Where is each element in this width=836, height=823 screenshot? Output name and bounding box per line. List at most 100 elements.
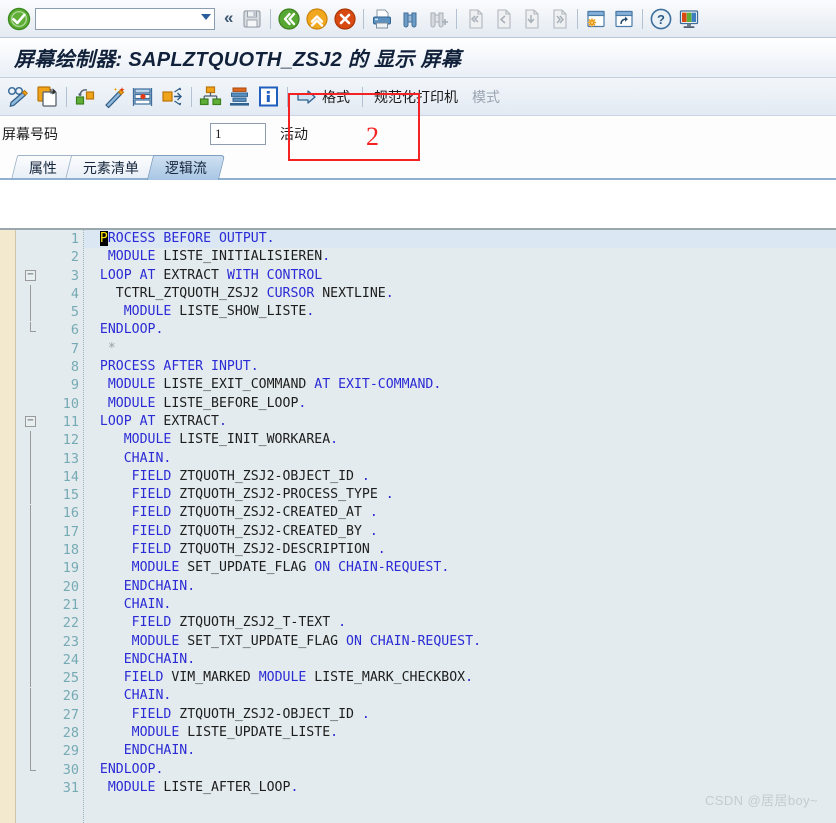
code-token: AT EXIT-COMMAND [314,377,434,393]
code-line[interactable]: FIELD ZTQUOTH_ZSJ2-OBJECT_ID . [84,468,836,486]
table-control-icon[interactable] [130,83,157,110]
customize-local-layout-icon[interactable] [676,6,702,32]
last-page-icon[interactable] [546,6,572,32]
line-number: 6 [70,322,79,339]
page-title-prefix: 屏幕绘制器: [14,49,129,71]
code-token: ENDLOOP [99,322,156,338]
green-check-icon[interactable] [6,6,32,32]
glasses-pencil-icon[interactable] [5,83,32,110]
code-token: ENDCHAIN [123,578,188,594]
code-line[interactable]: ENDCHAIN. [84,651,836,669]
code-line[interactable]: CHAIN. [84,450,836,468]
tab-element-list[interactable]: 元素清单 [64,155,158,180]
info-blue-icon[interactable] [255,83,282,110]
code-line[interactable]: FIELD ZTQUOTH_ZSJ2-DESCRIPTION . [84,541,836,559]
code-token: FIELD [131,523,180,539]
code-folding-column[interactable]: ─ ─ [16,230,50,823]
code-token: CHAIN [123,688,164,704]
fold-toggle-icon[interactable]: ─ [25,416,36,427]
code-line[interactable]: FIELD ZTQUOTH_ZSJ2-OBJECT_ID . [84,706,836,724]
binoculars-icon[interactable] [397,6,423,32]
code-line[interactable]: ENDLOOP. [84,761,836,779]
code-line[interactable]: FIELD ZTQUOTH_ZSJ2-CREATED_AT . [84,504,836,522]
code-token: . [338,615,347,631]
code-text[interactable]: PROCESS BEFORE OUTPUT. MODULE LISTE_INIT… [84,230,836,797]
page-title-bar: 屏幕绘制器: SAPLZTQUOTH_ZSJ2 的 显示 屏幕 [0,38,836,78]
code-line[interactable]: MODULE SET_TXT_UPDATE_FLAG ON CHAIN-REQU… [84,633,836,651]
code-line[interactable]: MODULE LISTE_INITIALISIEREN. [84,248,836,266]
code-line[interactable]: MODULE LISTE_EXIT_COMMAND AT EXIT-COMMAN… [84,376,836,394]
code-line[interactable]: FIELD ZTQUOTH_ZSJ2_T-TEXT . [84,614,836,632]
tab-flow-logic[interactable]: 逻辑流 [146,155,226,180]
code-token: . [465,670,474,686]
code-token: FIELD [131,542,180,558]
code-token: LISTE_AFTER_LOOP [163,779,291,795]
code-token: MODULE [131,633,188,649]
format-button[interactable]: 格式 [292,85,358,109]
code-line[interactable]: LOOP AT EXTRACT. [84,413,836,431]
code-token: . [266,231,275,246]
screen-number-input[interactable] [210,123,266,145]
code-line[interactable]: FIELD ZTQUOTH_ZSJ2-CREATED_BY . [84,523,836,541]
line-number: 30 [62,761,79,778]
green-back-arrow-icon[interactable] [276,6,302,32]
code-line[interactable]: LOOP AT EXTRACT WITH CONTROL [84,267,836,285]
move-arrows-icon[interactable] [159,83,186,110]
binoculars-plus-icon[interactable] [425,6,451,32]
code-token: EXTRACT [163,267,227,283]
code-line[interactable]: ENDCHAIN. [84,578,836,596]
code-token: . [369,505,378,521]
code-line[interactable]: MODULE LISTE_BEFORE_LOOP. [84,395,836,413]
magic-wand-icon[interactable] [101,83,128,110]
fold-toggle-icon[interactable]: ─ [25,269,36,281]
double-chevron-left-icon[interactable]: « [221,9,238,28]
previous-page-icon[interactable] [490,6,516,32]
hierarchy-icon[interactable] [197,83,224,110]
code-token: FIELD [131,615,180,631]
code-line[interactable]: ENDCHAIN. [84,742,836,760]
element-link-icon[interactable] [72,83,99,110]
code-line[interactable]: * [84,340,836,358]
toolbar-separator [362,86,363,107]
printer-icon[interactable] [369,6,395,32]
code-line[interactable]: ENDLOOP. [84,321,836,339]
copy-paste-icon[interactable] [34,83,61,110]
code-token: MODULE [107,779,164,795]
floppy-disk-icon[interactable] [239,6,265,32]
code-line[interactable]: TCTRL_ZTQUOTH_ZSJ2 CURSOR NEXTLINE. [84,285,836,303]
code-line[interactable]: CHAIN. [84,687,836,705]
code-line[interactable]: MODULE LISTE_UPDATE_LISTE. [84,724,836,742]
new-session-icon[interactable] [583,6,609,32]
code-line[interactable]: MODULE LISTE_SHOW_LISTE. [84,303,836,321]
line-number: 14 [62,468,79,485]
question-mark-icon[interactable]: ? [648,6,674,32]
code-line[interactable]: PROCESS AFTER INPUT. [84,358,836,376]
code-area[interactable]: PROCESS BEFORE OUTPUT. MODULE LISTE_INIT… [84,230,836,823]
fold-guide-line [30,559,31,578]
code-line[interactable]: FIELD VIM_MARKED MODULE LISTE_MARK_CHECK… [84,669,836,687]
first-page-icon[interactable] [462,6,488,32]
fold-guide-line [30,284,31,304]
code-line[interactable]: MODULE SET_UPDATE_FLAG ON CHAIN-REQUEST. [84,559,836,577]
align-stack-icon[interactable] [226,83,253,110]
code-token: . [433,377,442,393]
code-token: ENDLOOP [99,761,156,777]
yellow-up-arrow-icon[interactable] [304,6,330,32]
code-line[interactable]: CHAIN. [84,596,836,614]
red-cancel-icon[interactable] [332,6,358,32]
command-field[interactable] [35,7,215,30]
normalize-printer-label[interactable]: 规范化打印机 [367,87,465,107]
shortcut-icon[interactable] [611,6,637,32]
code-line[interactable]: MODULE LISTE_INIT_WORKAREA. [84,431,836,449]
next-page-icon[interactable] [518,6,544,32]
code-line[interactable]: FIELD ZTQUOTH_ZSJ2-PROCESS_TYPE . [84,486,836,504]
code-line[interactable]: PROCESS BEFORE OUTPUT. [84,230,836,249]
